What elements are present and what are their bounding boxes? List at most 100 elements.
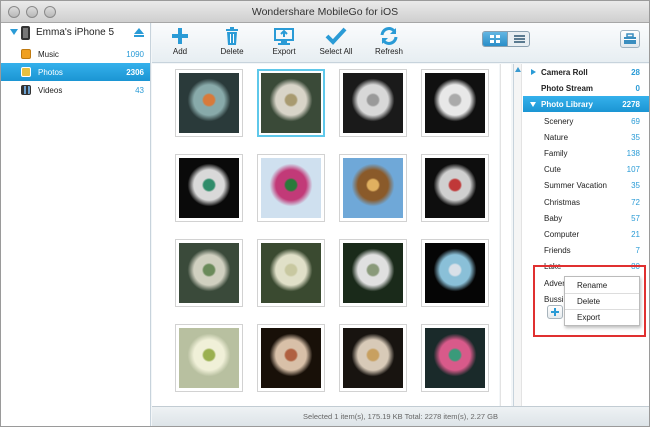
dandelion-photo [343,328,403,388]
dandelion-photo [343,243,403,303]
sidebar: Emma's iPhone 5 Music 1090 Photos 2306 V… [1,23,151,426]
list-view-icon [514,35,525,43]
album-group-row[interactable]: Camera Roll 28 [523,64,649,80]
list-view-button[interactable] [507,32,529,46]
trash-icon [226,27,238,45]
photo-thumbnail[interactable] [339,154,407,222]
album-panel-scrollbar[interactable] [514,64,522,406]
dandelion-photo [179,73,239,133]
album-count: 0 [635,84,640,94]
toolkit-button[interactable] [620,30,640,48]
album-row[interactable]: Cute 107 [523,161,649,177]
album-group-row[interactable]: Photo Stream 0 [523,80,649,96]
dandelion-photo [343,158,403,218]
dandelion-photo [261,243,321,303]
sidebar-item-count: 1090 [126,50,144,59]
album-row[interactable]: Family 138 [523,145,649,161]
sidebar-item-photos[interactable]: Photos 2306 [1,63,150,81]
photo-thumbnail[interactable] [257,324,325,392]
dandelion-photo [425,243,485,303]
disclosure-triangle-icon[interactable] [10,29,18,35]
zoom-window-button[interactable] [44,6,56,18]
toolbar: Add Delete Export Select All Refresh [152,23,649,63]
photo-thumbnail[interactable] [421,69,489,137]
album-count: 107 [626,165,640,175]
dandelion-photo [425,73,485,133]
sidebar-item-videos[interactable]: Videos 43 [1,81,150,99]
sidebar-item-label: Videos [38,86,63,95]
album-group-row[interactable]: Photo Library 2278 [523,96,649,113]
scroll-up-icon[interactable] [515,67,521,72]
album-label: Photo Stream [541,84,594,94]
close-window-button[interactable] [8,6,20,18]
dandelion-photo [179,328,239,388]
sidebar-item-label: Photos [38,68,63,77]
album-count: 28 [631,68,640,77]
sidebar-item-count: 2306 [126,68,144,77]
add-button[interactable]: Add [166,23,194,63]
album-count: 35 [631,181,640,191]
select-all-button[interactable]: Select All [318,23,354,63]
photo-thumbnail[interactable] [175,324,243,392]
album-label: Christmas [544,197,581,207]
photo-thumbnail[interactable] [257,239,325,307]
eject-icon[interactable] [134,28,144,38]
refresh-icon [380,27,398,45]
photo-thumbnail[interactable] [339,324,407,392]
album-label: Camera Roll [541,68,588,77]
sidebar-item-label: Music [38,50,59,59]
album-row[interactable]: Computer 21 [523,226,649,242]
album-row[interactable]: Summer Vacation 35 [523,177,649,193]
dandelion-photo [261,73,321,133]
photo-thumbnail[interactable] [339,69,407,137]
album-row[interactable]: Friends 7 [523,242,649,258]
checkmark-icon [325,27,347,45]
photo-thumbnail[interactable] [421,154,489,222]
album-label: Photo Library [541,100,594,110]
album-count: 21 [631,230,640,239]
sidebar-item-music[interactable]: Music 1090 [1,45,150,63]
album-count: 57 [631,213,640,223]
toolbox-icon [624,33,636,44]
disclosure-open-icon[interactable] [530,102,536,108]
album-row[interactable]: Baby 57 [523,210,649,226]
album-count: 72 [631,197,640,207]
photo-grid [152,64,499,406]
sidebar-item-count: 43 [135,86,144,95]
iphone-icon [21,26,30,40]
photo-thumbnail[interactable] [175,239,243,307]
photo-thumbnail[interactable] [421,324,489,392]
photo-thumbnail[interactable] [257,69,325,137]
photo-thumbnail[interactable] [421,239,489,307]
music-icon [21,49,31,59]
album-label: Friends [544,246,571,256]
album-panel: Camera Roll 28 Photo Stream 0 Photo Library 2… [513,64,649,406]
photo-thumbnail[interactable] [257,154,325,222]
photo-grid-scrollbar[interactable] [500,64,511,406]
dandelion-photo [343,73,403,133]
refresh-button[interactable]: Refresh [373,23,405,63]
album-row[interactable]: Scenery 69 [523,113,649,129]
minimize-window-button[interactable] [26,6,38,18]
album-label: Computer [544,230,580,239]
app-window: Wondershare MobileGo for iOS Emma's iPho… [0,0,650,427]
device-row[interactable]: Emma's iPhone 5 [1,23,151,43]
plus-icon [172,28,188,44]
view-mode-toggle[interactable] [482,31,530,47]
album-label: Nature [544,132,569,142]
export-button[interactable]: Export [269,23,299,63]
device-name: Emma's iPhone 5 [36,27,115,38]
grid-view-button[interactable] [483,32,507,46]
album-count: 69 [631,116,640,126]
photo-thumbnail[interactable] [175,69,243,137]
delete-button[interactable]: Delete [218,23,246,63]
album-row[interactable]: Christmas 72 [523,194,649,210]
photo-thumbnail[interactable] [339,239,407,307]
album-count: 138 [626,149,640,158]
title-bar: Wondershare MobileGo for iOS [1,1,649,23]
photo-thumbnail[interactable] [175,154,243,222]
disclosure-closed-icon[interactable] [531,69,536,75]
album-count: 2278 [622,100,640,110]
dandelion-photo [179,243,239,303]
album-row[interactable]: Nature 35 [523,129,649,145]
